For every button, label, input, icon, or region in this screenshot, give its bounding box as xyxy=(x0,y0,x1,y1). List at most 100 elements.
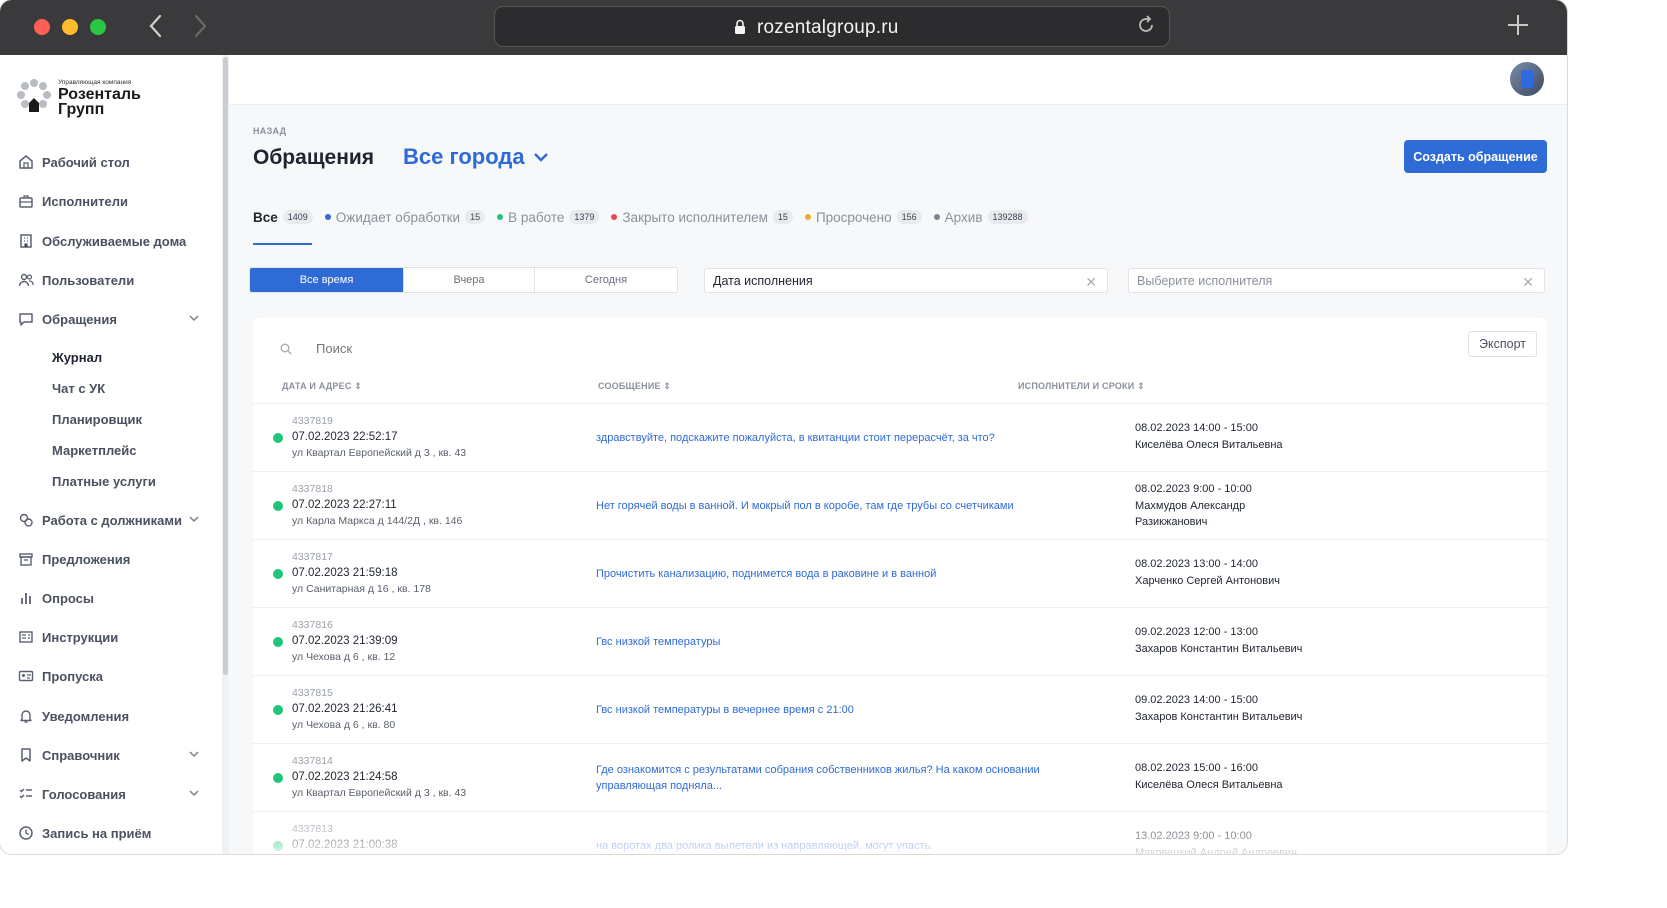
maximize-window-button[interactable] xyxy=(90,19,106,35)
close-window-button[interactable] xyxy=(34,19,50,35)
chevron-down-icon xyxy=(189,751,199,758)
request-message[interactable]: Прочистить канализацию, поднимется вода … xyxy=(596,566,1076,582)
tab-pending[interactable]: Ожидает обработки 15 xyxy=(324,210,486,225)
period-selector: Все время Вчера Сегодня xyxy=(249,267,678,293)
chevron-up-icon xyxy=(189,315,199,322)
count-badge: 1379 xyxy=(569,210,600,224)
count-badge: 1409 xyxy=(282,210,313,224)
request-message[interactable]: здравствуйте, подскажите пожалуйста, в к… xyxy=(596,430,1076,446)
sidebar-subitem-journal[interactable]: Журнал xyxy=(52,350,102,365)
sidebar-subitem-chat[interactable]: Чат с УК xyxy=(52,381,105,396)
sidebar-item-executors[interactable]: Исполнители xyxy=(18,189,208,213)
sidebar-item-proposals[interactable]: Предложения xyxy=(18,547,208,571)
request-time: 08.02.2023 14:00 - 15:00 xyxy=(1135,422,1258,434)
request-message[interactable]: Гвс низкой температуры xyxy=(596,634,1076,650)
tab-archive[interactable]: Архив 139288 xyxy=(933,210,1028,225)
request-address: ул Квартал Европейский д 3 , кв. 43 xyxy=(292,787,467,799)
table-row[interactable]: 4337815 07.02.2023 21:26:41 ул Чехова д … xyxy=(253,675,1547,743)
request-executor: Харченко Сергей Антонович xyxy=(1135,575,1280,587)
column-header-executors[interactable]: ИСПОЛНИТЕЛИ И СРОКИ ⇕ xyxy=(1018,381,1145,392)
address-bar[interactable]: rozentalgroup.ru xyxy=(494,6,1170,47)
tab-in-progress[interactable]: В работе 1379 xyxy=(497,210,600,225)
sidebar-item-desktop[interactable]: Рабочий стол xyxy=(18,150,208,174)
request-id: 4337813 xyxy=(292,823,333,835)
status-dot xyxy=(273,773,283,783)
export-button[interactable]: Экспорт xyxy=(1468,331,1537,357)
active-tab-indicator xyxy=(253,243,312,245)
table-row[interactable]: 4337819 07.02.2023 22:52:17 ул Квартал Е… xyxy=(253,403,1547,471)
clear-icon[interactable]: ✕ xyxy=(1085,274,1097,291)
sidebar-item-appointment[interactable]: Запись на приём xyxy=(18,821,208,845)
table-row[interactable]: 4337817 07.02.2023 21:59:18 ул Санитарна… xyxy=(253,539,1547,607)
reload-icon[interactable] xyxy=(1135,14,1157,42)
request-address: ул Санитарная д 16 , кв. 178 xyxy=(292,583,431,595)
back-link[interactable]: НАЗАД xyxy=(253,126,286,136)
clock-icon xyxy=(19,826,33,840)
request-message[interactable]: на воротах два ролика вылетели из направ… xyxy=(596,838,1076,854)
tab-closed[interactable]: Закрыто исполнителем 15 xyxy=(611,210,793,225)
executor-filter[interactable]: Выберите исполнителя ✕ xyxy=(1128,268,1545,293)
request-message[interactable]: Где ознакомится с результатами собрания … xyxy=(596,762,1076,794)
status-tabs: Все 1409 Ожидает обработки 15 В работе 1… xyxy=(253,207,1040,227)
sidebar-scroll-thumb[interactable] xyxy=(223,57,228,675)
chevron-down-icon xyxy=(189,516,199,523)
table-row[interactable]: 4337816 07.02.2023 21:39:09 ул Чехова д … xyxy=(253,607,1547,675)
sidebar-item-requests[interactable]: Обращения xyxy=(18,307,208,331)
avatar[interactable] xyxy=(1510,62,1544,96)
request-executor: Махмудов Александр Разикжанович xyxy=(1135,500,1246,528)
message-icon xyxy=(19,313,33,326)
period-today[interactable]: Сегодня xyxy=(535,268,677,292)
chevron-down-icon xyxy=(189,790,199,797)
sidebar-subitem-planner[interactable]: Планировщик xyxy=(52,412,142,427)
chevron-right-icon[interactable] xyxy=(188,12,212,42)
sidebar-item-instructions[interactable]: Инструкции xyxy=(18,625,208,649)
search-input[interactable] xyxy=(316,341,716,356)
request-message[interactable]: Гвс низкой температуры в вечернее время … xyxy=(596,702,1076,718)
period-all-time[interactable]: Все время xyxy=(250,268,404,292)
clear-icon[interactable]: ✕ xyxy=(1522,274,1534,291)
create-request-button[interactable]: Создать обращение xyxy=(1404,140,1547,173)
request-time: 08.02.2023 15:00 - 16:00 xyxy=(1135,762,1258,774)
table-row[interactable]: 4337818 07.02.2023 22:27:11 ул Карла Мар… xyxy=(253,471,1547,539)
request-time: 09.02.2023 14:00 - 15:00 xyxy=(1135,694,1258,706)
request-id: 4337818 xyxy=(292,483,333,495)
sidebar-item-directory[interactable]: Справочник xyxy=(18,743,208,767)
status-dot xyxy=(273,501,283,511)
tab-all[interactable]: Все 1409 xyxy=(253,210,313,225)
status-dot xyxy=(611,214,618,220)
request-id: 4337815 xyxy=(292,687,333,699)
request-datetime: 07.02.2023 21:24:58 xyxy=(292,771,398,783)
request-datetime: 07.02.2023 21:39:09 xyxy=(292,635,398,647)
status-dot xyxy=(273,569,283,579)
request-message[interactable]: Нет горячей воды в ванной. И мокрый пол … xyxy=(596,498,1076,514)
bookmark-icon xyxy=(21,748,31,762)
sidebar-item-notifications[interactable]: Уведомления xyxy=(18,704,208,728)
period-yesterday[interactable]: Вчера xyxy=(404,268,535,292)
column-header-message[interactable]: СООБЩЕНИЕ ⇕ xyxy=(598,381,671,392)
sidebar-item-passes[interactable]: Пропуска xyxy=(18,664,208,688)
table-row[interactable]: 4337814 07.02.2023 21:24:58 ул Квартал Е… xyxy=(253,743,1547,811)
table-row[interactable]: 4337813 07.02.2023 21:00:38 на воротах д… xyxy=(253,811,1547,854)
browser-toolbar: rozentalgroup.ru xyxy=(0,0,1567,55)
tab-overdue[interactable]: Просрочено 156 xyxy=(804,210,922,225)
request-id: 4337817 xyxy=(292,551,333,563)
sidebar-item-debtors[interactable]: Работа с должниками xyxy=(18,508,208,532)
sidebar-item-users[interactable]: Пользователи xyxy=(18,268,208,292)
sidebar-subitem-marketplace[interactable]: Маркетплейс xyxy=(52,443,136,458)
sidebar-item-voting[interactable]: Голосования xyxy=(18,782,208,806)
request-id: 4337814 xyxy=(292,755,333,767)
date-filter[interactable]: Дата исполнения ✕ xyxy=(704,268,1108,293)
company-logo[interactable]: Управляющая компания Розенталь Групп xyxy=(16,78,206,118)
chevron-left-icon[interactable] xyxy=(144,12,168,42)
request-datetime: 07.02.2023 22:52:17 xyxy=(292,431,398,443)
minimize-window-button[interactable] xyxy=(62,19,78,35)
sidebar-subitem-paid-services[interactable]: Платные услуги xyxy=(52,474,156,489)
column-header-date[interactable]: ДАТА И АДРЕС ⇕ xyxy=(282,381,362,392)
book-icon xyxy=(19,631,33,643)
request-id: 4337819 xyxy=(292,415,333,427)
plus-icon[interactable] xyxy=(1505,9,1531,46)
sidebar-scrollbar[interactable] xyxy=(222,55,229,854)
sidebar-item-houses[interactable]: Обслуживаемые дома xyxy=(18,229,208,253)
sidebar-item-polls[interactable]: Опросы xyxy=(18,586,208,610)
city-dropdown[interactable]: Все города xyxy=(403,144,549,170)
